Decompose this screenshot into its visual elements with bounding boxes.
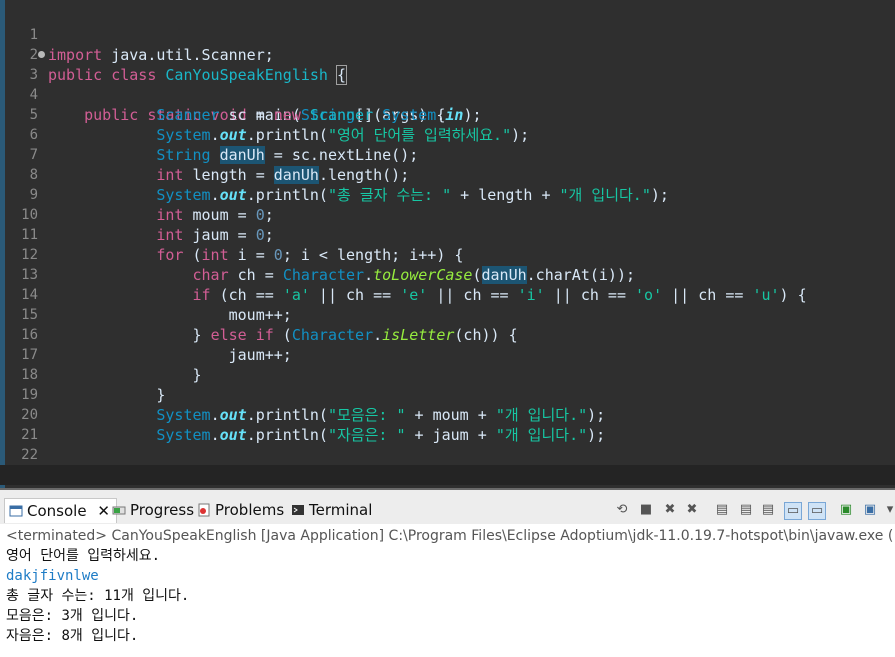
code-line-1[interactable]: 1 import java.util.Scanner; bbox=[0, 5, 895, 64]
close-icon[interactable]: ✕ bbox=[97, 502, 110, 520]
tab-console[interactable]: Console ✕ bbox=[4, 498, 117, 523]
code-line-10[interactable]: 10 int jaum = 0; bbox=[0, 185, 895, 244]
progress-icon bbox=[112, 500, 126, 515]
code-line-7[interactable]: 7 int length = danUh.length(); bbox=[0, 125, 895, 184]
code-line-23[interactable]: 23 } bbox=[0, 445, 895, 488]
word-wrap-icon[interactable]: ▤ bbox=[738, 502, 754, 518]
code-line-14[interactable]: 14 moum++; bbox=[0, 265, 895, 324]
code-line-19[interactable]: 19 System.out.println("모음은: " + moum + "… bbox=[0, 365, 895, 424]
view-tab-bar: Console ✕ Progress Problems Terminal ⟲ ■… bbox=[0, 488, 895, 526]
code-line-17[interactable]: 17 } bbox=[0, 325, 895, 384]
tab-terminal[interactable]: Terminal bbox=[291, 498, 372, 522]
terminated-status: <terminated> CanYouSpeakEnglish [Java Ap… bbox=[6, 528, 894, 544]
terminal-icon bbox=[291, 500, 305, 515]
code-line-20[interactable]: 20 System.out.println("자음은: " + jaum + "… bbox=[0, 385, 895, 444]
code-line-9[interactable]: 9 int moum = 0; bbox=[0, 165, 895, 224]
pin-console-icon[interactable]: ▣ bbox=[838, 502, 854, 518]
tab-problems[interactable]: Problems bbox=[197, 498, 284, 522]
console-output[interactable]: <terminated> CanYouSpeakEnglish [Java Ap… bbox=[0, 524, 895, 657]
code-line-4[interactable]: 4 Scanner sc = new Scanner(System.in); bbox=[0, 65, 895, 124]
remove-launch-icon[interactable]: ✖ bbox=[662, 502, 678, 518]
scroll-lock-icon[interactable]: ▤ bbox=[714, 502, 730, 518]
show-stderr-icon[interactable]: ▭ bbox=[808, 502, 826, 520]
code-line-3[interactable]: 3 public static void main(String[] args)… bbox=[0, 45, 895, 124]
tab-console-label: Console bbox=[27, 502, 87, 520]
console-view: Console ✕ Progress Problems Terminal ⟲ ■… bbox=[0, 488, 895, 657]
code-line-11[interactable]: 11 for (int i = 0; i < length; i++) { bbox=[0, 205, 895, 264]
code-editor[interactable]: 1 import java.util.Scanner; 2 public cla… bbox=[0, 0, 895, 488]
terminate-icon[interactable]: ■ bbox=[638, 502, 654, 518]
display-console-icon[interactable]: ▣ bbox=[862, 502, 878, 518]
code-line-2[interactable]: 2 public class CanYouSpeakEnglish { bbox=[0, 25, 895, 85]
show-stdout-icon[interactable]: ▭ bbox=[784, 502, 802, 520]
output-line: 모음은: 3개 입니다. bbox=[6, 608, 139, 624]
tab-progress[interactable]: Progress bbox=[112, 498, 194, 522]
code-line-18[interactable]: 18 } bbox=[0, 345, 895, 404]
code-line-12[interactable]: 12 char ch = Character.toLowerCase(danUh… bbox=[0, 225, 895, 284]
code-line-22[interactable]: 22 sc.close(); bbox=[0, 425, 895, 484]
tab-terminal-label: Terminal bbox=[309, 501, 373, 519]
code-line-5[interactable]: 5 System.out.println("영어 단어를 입력하세요."); bbox=[0, 85, 895, 144]
code-line-24[interactable]: 24 } bbox=[0, 465, 895, 488]
tab-progress-label: Progress bbox=[130, 501, 195, 519]
chevron-down-icon[interactable]: ▾ bbox=[882, 502, 895, 518]
code-line-16[interactable]: 16 jaum++; bbox=[0, 305, 895, 364]
output-line: 자음은: 8개 입니다. bbox=[6, 628, 139, 644]
console-icon bbox=[9, 501, 23, 517]
output-line: 총 글자 수는: 11개 입니다. bbox=[6, 588, 190, 604]
code-line-15[interactable]: 15 } else if (Character.isLetter(ch)) { bbox=[0, 285, 895, 344]
input-line: dakjfivnlwe bbox=[6, 568, 99, 584]
code-line-13[interactable]: 13 if (ch == 'a' || ch == 'e' || ch == '… bbox=[0, 245, 895, 304]
problems-icon bbox=[197, 500, 211, 517]
clear-console-icon[interactable]: ⟲ bbox=[614, 502, 630, 518]
remove-all-terminated-icon[interactable]: ✖ bbox=[684, 502, 700, 518]
code-line-21[interactable]: 21 bbox=[0, 405, 895, 443]
output-line: 영어 단어를 입력하세요. bbox=[6, 548, 161, 564]
show-on-output-icon[interactable]: ▤ bbox=[760, 502, 776, 518]
method-marker-icon[interactable] bbox=[38, 51, 45, 58]
tab-problems-label: Problems bbox=[215, 501, 285, 519]
code-line-6[interactable]: 6 String danUh = sc.nextLine(); bbox=[0, 105, 895, 164]
code-line-8[interactable]: 8 System.out.println("총 글자 수는: " + lengt… bbox=[0, 145, 895, 204]
